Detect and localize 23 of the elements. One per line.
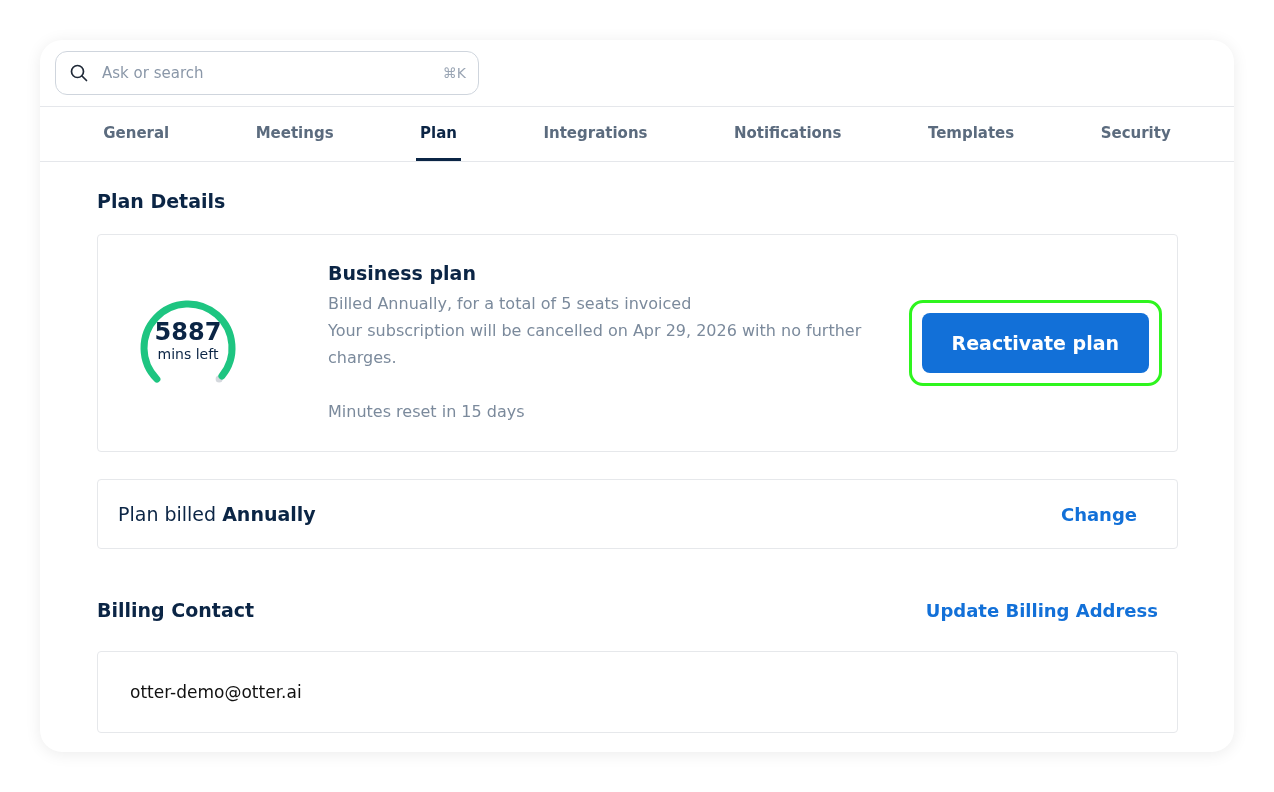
reset-note: Minutes reset in 15 days [328, 400, 526, 423]
change-link[interactable]: Change [1060, 503, 1137, 525]
settings-tab[interactable]: Meetings [251, 107, 338, 161]
search-input[interactable]: Ask or search [100, 63, 431, 83]
section-heading: Plan Details [97, 190, 227, 212]
settings-tab[interactable]: Security [1096, 107, 1175, 161]
plan-name: Business plan [328, 261, 477, 284]
settings-tab[interactable]: General [99, 107, 174, 161]
plan-description: Your subscription will be cancelled on Apr 29, 2026 with no further charges. [328, 319, 863, 369]
update-address-link[interactable]: Update Billing Address [925, 599, 1158, 621]
search-icon [70, 64, 88, 82]
reactivate-button[interactable]: Reactivate plan [921, 313, 1149, 373]
email-text: otter-demo@otter.ai [130, 682, 302, 702]
settings-tab[interactable]: Notifications [729, 107, 846, 161]
settings-tab[interactable]: Templates [923, 107, 1019, 161]
keyboard-shortcut: ⌘K [442, 65, 466, 81]
settings-tab[interactable]: Plan [416, 107, 461, 161]
minutes-count: 5887 [154, 318, 222, 346]
billing-text: Plan billed Annually [118, 503, 316, 525]
settings-tab[interactable]: Integrations [539, 107, 652, 161]
minutes-label: mins left [157, 346, 219, 362]
section-heading: Billing Contact [97, 599, 255, 621]
plan-description: Billed Annually, for a total of 5 seats invoiced [328, 292, 693, 315]
